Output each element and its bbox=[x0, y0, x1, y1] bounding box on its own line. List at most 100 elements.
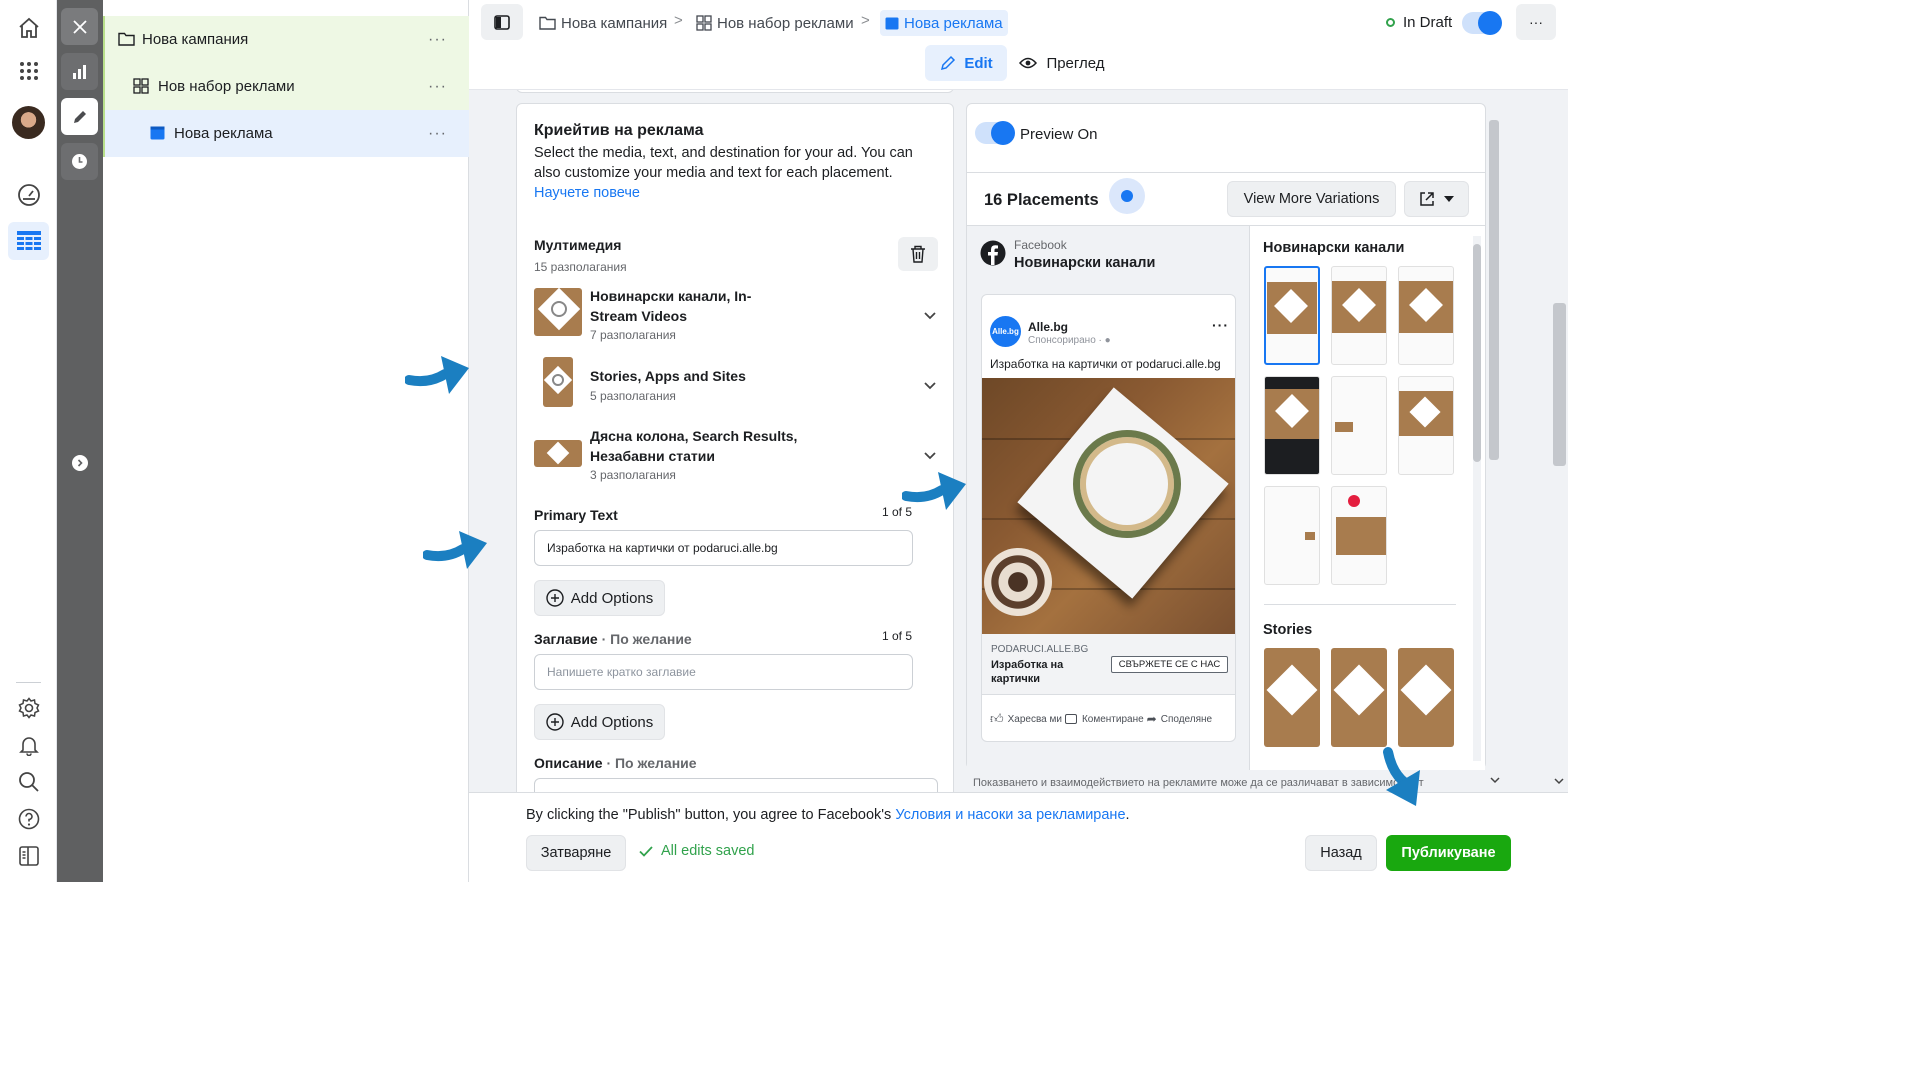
preview-toggle[interactable] bbox=[975, 121, 1015, 145]
notifications-bell-icon[interactable] bbox=[8, 726, 49, 764]
open-preview-dropdown-button[interactable] bbox=[1404, 181, 1469, 217]
share-button[interactable]: ➦ Споделяне bbox=[1147, 712, 1212, 726]
ad-image bbox=[982, 378, 1235, 634]
chevron-down-icon[interactable] bbox=[924, 382, 936, 390]
share-icon: ➦ bbox=[1146, 712, 1157, 726]
ads-manager-table-icon[interactable] bbox=[8, 222, 49, 260]
edit-tab-label: Edit bbox=[964, 54, 993, 72]
breadcrumb-adset[interactable]: Нов набор реклами bbox=[696, 10, 854, 36]
tree-ad-label: Нова реклама bbox=[174, 125, 273, 142]
placement-thumbnail[interactable] bbox=[1331, 486, 1387, 585]
terms-link[interactable]: Условия и насоки за рекламиране bbox=[895, 807, 1125, 823]
app-nav-rail bbox=[0, 0, 57, 882]
chevron-down-icon[interactable] bbox=[924, 312, 936, 320]
globe-icon: ● bbox=[1104, 335, 1111, 346]
close-button[interactable]: Затваряне bbox=[526, 835, 626, 871]
home-icon[interactable] bbox=[8, 9, 49, 47]
preview-platform: Facebook bbox=[1014, 238, 1067, 252]
placement-thumbnail[interactable] bbox=[1398, 376, 1454, 475]
placement-thumbnail[interactable] bbox=[1398, 266, 1454, 365]
placement-thumbnail[interactable] bbox=[1264, 376, 1320, 475]
editor-scrollbar[interactable] bbox=[1488, 118, 1500, 744]
avatar[interactable] bbox=[8, 103, 49, 141]
draft-toggle[interactable] bbox=[1462, 11, 1502, 35]
tree-item-adset[interactable]: Нов набор реклами ··· bbox=[103, 63, 469, 110]
link-title: Изработка на картички bbox=[991, 659, 1064, 685]
campaign-more-icon[interactable]: ··· bbox=[428, 31, 447, 49]
placement-group-stories[interactable]: Stories, Apps and Sites 5 разполагания bbox=[532, 356, 942, 412]
toggle-sidebar-button[interactable] bbox=[481, 4, 523, 40]
scroll-down-icon[interactable] bbox=[1490, 777, 1500, 784]
placement-thumbnail[interactable] bbox=[1331, 266, 1387, 365]
placement-group-feeds[interactable]: Новинарски канали, In-Stream Videos 7 ра… bbox=[532, 284, 942, 344]
description-input[interactable] bbox=[534, 778, 938, 792]
link-bar[interactable]: PODARUCI.ALLE.BG Изработка на картички С… bbox=[982, 634, 1235, 694]
chevron-down-icon[interactable] bbox=[924, 452, 936, 460]
help-icon[interactable] bbox=[8, 800, 49, 838]
stories-section-title: Stories bbox=[1263, 622, 1313, 638]
pinecone-illustration bbox=[984, 548, 1052, 616]
edit-pencil-icon[interactable] bbox=[61, 98, 98, 135]
placement-thumbnail[interactable] bbox=[1264, 486, 1320, 585]
annotation-arrow-icon bbox=[902, 472, 966, 510]
section-description: Select the media, text, and destination … bbox=[534, 145, 913, 201]
comment-button[interactable]: Коментиране bbox=[1064, 714, 1144, 725]
story-thumbnail[interactable] bbox=[1331, 648, 1387, 747]
add-options-button[interactable]: Add Options bbox=[534, 580, 665, 616]
pencil-icon bbox=[941, 55, 956, 71]
group-name: Дясна колона, Search Results, Незабавни … bbox=[590, 428, 798, 464]
publish-button[interactable]: Публикуване bbox=[1386, 835, 1511, 871]
chart-icon[interactable] bbox=[61, 53, 98, 90]
learn-more-link[interactable]: Научете повече bbox=[534, 185, 640, 201]
campaign-tree-panel: Нова кампания ··· Нов набор реклами ··· … bbox=[103, 0, 469, 882]
tree-item-ad[interactable]: Нова реклама ··· bbox=[103, 110, 469, 157]
headline-label: Заглавие · По желание bbox=[534, 631, 692, 647]
close-icon[interactable] bbox=[61, 8, 98, 45]
saved-status: All edits saved bbox=[639, 843, 755, 859]
edit-tab[interactable]: Edit bbox=[925, 45, 1007, 81]
ad-more-icon[interactable]: ··· bbox=[428, 125, 447, 143]
group-count: 7 разполагания bbox=[590, 328, 676, 342]
more-options-button[interactable]: ··· bbox=[1516, 4, 1556, 40]
delete-media-button[interactable] bbox=[898, 237, 938, 271]
headline-counter: 1 of 5 bbox=[882, 629, 913, 643]
view-more-variations-button[interactable]: View More Variations bbox=[1227, 181, 1396, 217]
tree-item-campaign[interactable]: Нова кампания ··· bbox=[103, 16, 469, 63]
expand-panel-chevron-icon[interactable] bbox=[72, 455, 88, 471]
preview-tab[interactable]: Преглед bbox=[1017, 45, 1107, 81]
scroll-down-icon[interactable] bbox=[1554, 778, 1564, 785]
page-scrollbar[interactable] bbox=[1551, 90, 1568, 792]
placement-thumbnail[interactable] bbox=[1331, 376, 1387, 475]
post-more-icon[interactable]: ··· bbox=[1212, 317, 1229, 333]
breadcrumb-separator-icon: > bbox=[674, 12, 683, 29]
search-icon[interactable] bbox=[8, 763, 49, 801]
adset-more-icon[interactable]: ··· bbox=[428, 78, 447, 96]
settings-gear-icon[interactable] bbox=[8, 689, 49, 727]
description-label: Описание · По желание bbox=[534, 755, 697, 771]
headline-input[interactable]: Напишете кратко заглавие bbox=[534, 654, 913, 690]
placements-scrollbar[interactable] bbox=[1473, 236, 1481, 761]
placement-thumbnail[interactable] bbox=[1264, 266, 1320, 365]
back-button[interactable]: Назад bbox=[1305, 835, 1377, 871]
side-panel-toggle-icon[interactable] bbox=[8, 837, 49, 875]
apps-grid-icon[interactable] bbox=[8, 52, 49, 90]
like-icon: 👍︎ bbox=[990, 711, 1004, 726]
breadcrumb-campaign-label: Нова кампания bbox=[561, 14, 668, 32]
reaction-bar: 👍︎ Харесва ми Коментиране ➦ Споделяне bbox=[982, 694, 1235, 741]
section-title: Криейтив на реклама bbox=[534, 122, 704, 139]
plus-circle-icon bbox=[546, 589, 564, 607]
performance-gauge-icon[interactable] bbox=[8, 176, 49, 214]
cta-button[interactable]: СВЪРЖЕТЕ СЕ С НАС bbox=[1111, 656, 1228, 673]
placement-group-right-column[interactable]: Дясна колона, Search Results, Незабавни … bbox=[532, 426, 942, 486]
history-clock-icon[interactable] bbox=[61, 143, 98, 180]
like-button[interactable]: 👍︎ Харесва ми bbox=[990, 711, 1062, 727]
feeds-section-title: Новинарски канали bbox=[1263, 240, 1405, 256]
ad-preview-card: Preview On 16 Placements View More Varia… bbox=[966, 103, 1486, 770]
breadcrumb-ad[interactable]: Нова реклама bbox=[880, 10, 1008, 36]
add-options-button[interactable]: Add Options bbox=[534, 704, 665, 740]
divider bbox=[1264, 604, 1456, 605]
story-thumbnail[interactable] bbox=[1398, 648, 1454, 747]
primary-text-input[interactable]: Изработка на картички от podaruci.alle.b… bbox=[534, 530, 913, 566]
breadcrumb-campaign[interactable]: Нова кампания bbox=[539, 10, 667, 36]
story-thumbnail[interactable] bbox=[1264, 648, 1320, 747]
